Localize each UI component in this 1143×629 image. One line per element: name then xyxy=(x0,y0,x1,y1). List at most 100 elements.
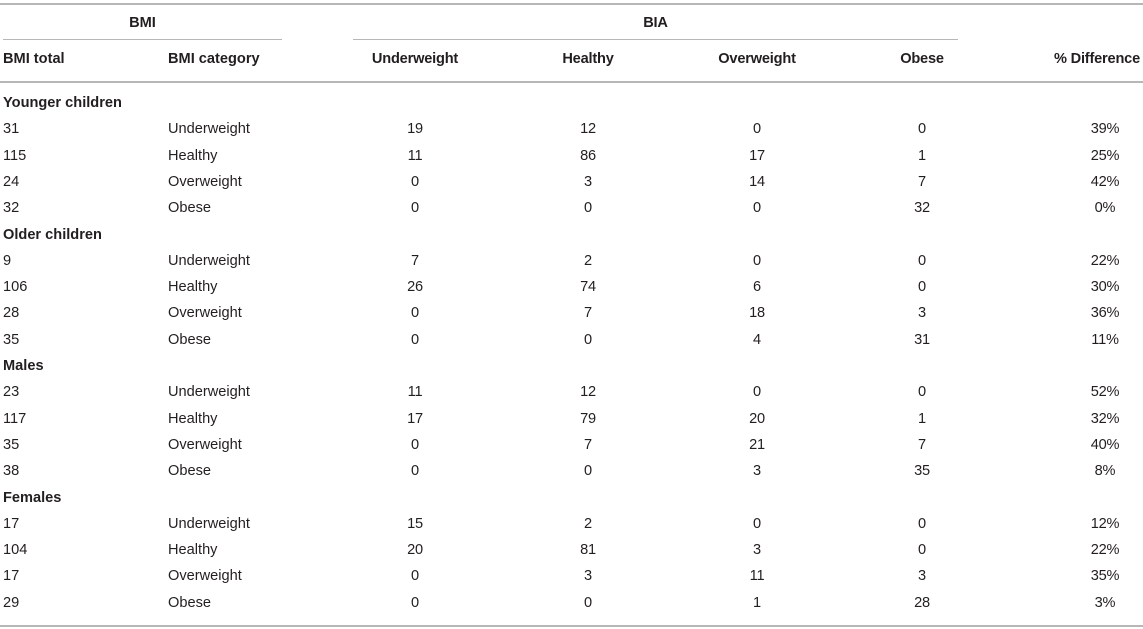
column-header-underweight: Underweight xyxy=(371,51,459,67)
cell-bmi-total: 31 xyxy=(3,121,20,138)
cell-bmi-category: Overweight xyxy=(168,568,242,585)
cell-bia-obese: 0 xyxy=(918,384,926,401)
cell-bia-healthy: 0 xyxy=(584,594,592,611)
cell-bia-obese: 32 xyxy=(914,200,930,217)
cell-bia-underweight: 15 xyxy=(407,515,423,532)
cell-bia-healthy: 12 xyxy=(580,384,596,401)
column-header-obese: Obese xyxy=(900,51,944,67)
cell-bmi-total: 23 xyxy=(3,384,20,401)
bia-group-rule xyxy=(353,39,958,40)
cell-bia-obese: 0 xyxy=(918,542,926,559)
section-header: Males xyxy=(3,358,44,374)
cell-bia-underweight: 0 xyxy=(411,463,419,480)
cell-bmi-category: Overweight xyxy=(168,436,242,453)
cell-bmi-total: 32 xyxy=(3,200,20,217)
cell-bia-obese: 0 xyxy=(918,121,926,138)
cell-percent-difference: 11% xyxy=(1091,331,1119,348)
cell-bia-healthy: 2 xyxy=(584,515,592,532)
cell-bia-overweight: 14 xyxy=(749,173,765,190)
cell-bia-underweight: 0 xyxy=(411,331,419,348)
cell-bia-overweight: 20 xyxy=(749,410,765,427)
cell-bmi-category: Obese xyxy=(168,463,211,480)
column-header-bmi-category: BMI category xyxy=(168,51,260,67)
cell-bia-underweight: 7 xyxy=(411,252,419,269)
cell-bmi-total: 9 xyxy=(3,252,12,269)
cell-bia-underweight: 26 xyxy=(407,279,423,296)
cell-bmi-total: 24 xyxy=(3,173,20,190)
cell-bia-overweight: 0 xyxy=(753,121,761,138)
cell-bia-underweight: 19 xyxy=(407,121,423,138)
cell-bmi-category: Healthy xyxy=(168,542,218,559)
cell-bia-overweight: 18 xyxy=(749,305,765,322)
cell-bmi-category: Overweight xyxy=(168,173,242,190)
cell-bmi-category: Underweight xyxy=(168,515,250,532)
cell-bia-healthy: 0 xyxy=(584,200,592,217)
cell-bmi-total: 17 xyxy=(3,568,20,585)
cell-percent-difference: 30% xyxy=(1090,279,1120,296)
cell-bia-healthy: 3 xyxy=(584,568,592,585)
cell-bia-overweight: 4 xyxy=(753,331,761,348)
cell-bia-obese: 1 xyxy=(918,410,926,427)
cell-percent-difference: 42% xyxy=(1090,173,1120,190)
cell-bmi-category: Obese xyxy=(168,200,211,217)
cell-bia-overweight: 3 xyxy=(753,542,761,559)
cell-bia-underweight: 0 xyxy=(411,594,419,611)
cell-bmi-total: 35 xyxy=(3,331,20,348)
cell-bmi-total: 104 xyxy=(3,542,28,559)
cell-bmi-category: Overweight xyxy=(168,305,242,322)
group-header-bia: BIA xyxy=(643,15,668,31)
column-header-percent-difference: % Difference xyxy=(1053,51,1140,67)
cell-bmi-total: 106 xyxy=(3,279,28,296)
cell-bia-overweight: 17 xyxy=(749,147,765,164)
cell-bia-obese: 7 xyxy=(918,436,926,453)
column-header-overweight: Overweight xyxy=(718,51,796,67)
cell-bia-healthy: 81 xyxy=(580,542,596,559)
cell-bia-underweight: 0 xyxy=(411,305,419,322)
section-header: Older children xyxy=(3,226,102,243)
cell-bmi-category: Healthy xyxy=(168,279,218,296)
cell-bia-overweight: 0 xyxy=(753,515,761,532)
cell-bia-overweight: 0 xyxy=(753,384,761,401)
cell-bmi-category: Healthy xyxy=(168,410,218,427)
cell-bia-obese: 0 xyxy=(918,515,926,532)
bmi-group-rule xyxy=(3,39,282,40)
cell-bia-healthy: 7 xyxy=(584,305,592,322)
cell-bia-overweight: 3 xyxy=(753,463,761,480)
cell-bia-obese: 1 xyxy=(918,147,926,164)
cell-bmi-total: 28 xyxy=(3,305,20,322)
cell-percent-difference: 8% xyxy=(1094,463,1116,480)
cell-bia-underweight: 20 xyxy=(407,542,423,559)
cell-percent-difference: 22% xyxy=(1090,252,1120,269)
cell-bia-healthy: 0 xyxy=(584,331,592,348)
cell-percent-difference: 25% xyxy=(1090,147,1120,164)
cell-bia-underweight: 0 xyxy=(411,568,419,585)
cell-percent-difference: 40% xyxy=(1090,436,1120,453)
section-header: Younger children xyxy=(3,95,122,111)
table-bottom-rule xyxy=(0,625,1143,627)
cell-bia-underweight: 0 xyxy=(411,436,419,453)
cell-bia-underweight: 0 xyxy=(411,173,419,190)
cell-bia-overweight: 1 xyxy=(753,594,761,611)
cell-percent-difference: 35% xyxy=(1090,568,1120,585)
cell-bia-healthy: 0 xyxy=(584,463,592,480)
cell-bmi-category: Obese xyxy=(168,331,211,348)
section-header: Females xyxy=(3,489,62,506)
cell-bmi-category: Healthy xyxy=(168,147,218,164)
header-bottom-rule xyxy=(0,81,1143,83)
cell-bia-overweight: 6 xyxy=(753,279,761,296)
cell-percent-difference: 22% xyxy=(1090,542,1120,559)
cell-bia-healthy: 12 xyxy=(580,121,596,138)
cell-bia-overweight: 0 xyxy=(753,252,761,269)
cell-bia-obese: 31 xyxy=(914,331,930,348)
cell-percent-difference: 3% xyxy=(1094,594,1116,611)
cell-bia-healthy: 2 xyxy=(584,252,592,269)
group-header-bmi: BMI xyxy=(129,15,156,31)
cell-bia-overweight: 21 xyxy=(749,436,765,453)
cell-bia-underweight: 0 xyxy=(411,200,419,217)
cell-bia-obese: 3 xyxy=(918,305,926,322)
cell-bia-underweight: 11 xyxy=(407,147,423,164)
cell-bmi-category: Obese xyxy=(168,594,211,611)
cell-bmi-total: 117 xyxy=(3,410,27,427)
cell-bmi-category: Underweight xyxy=(168,252,250,269)
cell-bia-obese: 0 xyxy=(918,279,926,296)
